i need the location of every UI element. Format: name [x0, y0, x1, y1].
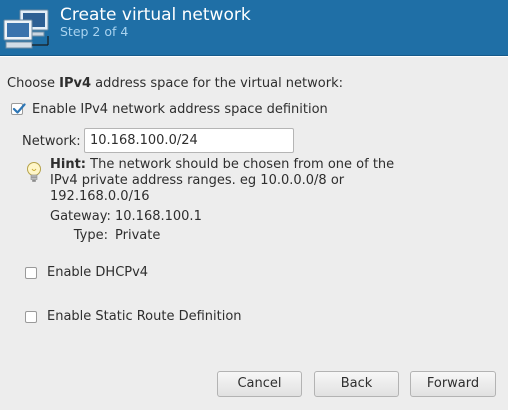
enable-static-route-checkbox[interactable] — [25, 311, 37, 323]
forward-button[interactable]: Forward — [410, 371, 496, 397]
section-prompt: Choose IPv4 address space for the virtua… — [7, 76, 343, 91]
enable-ipv4-label[interactable]: Enable IPv4 network address space defini… — [32, 102, 328, 117]
lightbulb-icon — [27, 162, 41, 182]
hint-body: The network should be chosen from one of… — [50, 157, 395, 204]
wizard-body: Choose IPv4 address space for the virtua… — [0, 57, 508, 410]
network-input[interactable] — [84, 128, 294, 153]
enable-static-route-label[interactable]: Enable Static Route Definition — [47, 309, 242, 324]
network-label: Network: — [22, 134, 81, 149]
checkmark-icon — [12, 103, 26, 114]
wizard-step: Step 2 of 4 — [60, 24, 129, 39]
gateway-label: Gateway: — [50, 209, 111, 224]
gateway-value: 10.168.100.1 — [115, 209, 202, 224]
header-banner: Create virtual network Step 2 of 4 — [0, 0, 508, 56]
wizard-title: Create virtual network — [60, 5, 251, 25]
enable-dhcp-label[interactable]: Enable DHCPv4 — [47, 265, 148, 280]
cancel-button[interactable]: Cancel — [217, 371, 302, 397]
enable-dhcp-checkbox[interactable] — [25, 267, 37, 279]
hint-bold: Hint: — [50, 157, 87, 172]
type-label: Type: — [73, 228, 108, 243]
hint-text: Hint: The network should be chosen from … — [50, 157, 400, 205]
type-value: Private — [115, 228, 161, 243]
prompt-prefix: Choose — [7, 76, 60, 91]
back-button[interactable]: Back — [314, 371, 399, 397]
prompt-bold: IPv4 — [59, 76, 92, 91]
prompt-suffix: address space for the virtual network: — [91, 76, 343, 91]
enable-ipv4-checkbox[interactable] — [11, 103, 26, 115]
network-computers-icon — [3, 9, 49, 49]
